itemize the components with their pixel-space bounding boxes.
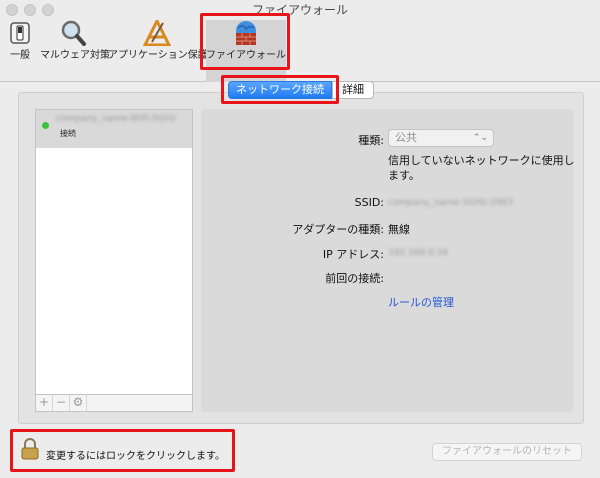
- connected-status-dot: [42, 122, 49, 129]
- magnifier-icon: [61, 20, 86, 46]
- ssid-value: company_name-5GHz-2983: [388, 198, 514, 208]
- preferences-window: ファイアウォール 一般 マルウェア対策 アプリケーション保護 ファイアウォール …: [0, 0, 600, 478]
- zoom-window-button[interactable]: [42, 4, 54, 16]
- adapter-type-label: アダプターの種類:: [292, 223, 384, 236]
- close-window-button[interactable]: [6, 4, 18, 16]
- minimize-window-button[interactable]: [24, 4, 36, 16]
- network-name: company_name-WiFi-5GHz: [56, 114, 177, 124]
- ip-address-label: IP アドレス:: [322, 248, 384, 261]
- manage-rules-link[interactable]: ルールの管理: [388, 294, 454, 310]
- firewall-highlight-box: [200, 13, 290, 70]
- kind-label: 種類:: [358, 134, 384, 147]
- toolbar-item-general[interactable]: 一般: [4, 20, 36, 82]
- network-kind-description: 信用していないネットワークに使用します。: [388, 154, 575, 182]
- gear-icon[interactable]: ⚙: [70, 395, 87, 411]
- network-list-item[interactable]: company_name-WiFi-5GHz 接続: [36, 110, 192, 148]
- remove-network-button[interactable]: −: [53, 395, 70, 411]
- window-title: ファイアウォール: [251, 3, 348, 17]
- switch-icon: [10, 22, 30, 44]
- ip-address-value: 192.168.0.34: [388, 248, 449, 258]
- toolbar-label-general: 一般: [10, 50, 30, 61]
- add-network-button[interactable]: +: [36, 395, 53, 411]
- toolbar-item-malware[interactable]: マルウェア対策: [40, 20, 110, 82]
- toolbar: 一般 マルウェア対策 アプリケーション保護 ファイアウォール: [0, 20, 600, 82]
- toolbar-item-app-protection[interactable]: アプリケーション保護: [108, 20, 208, 82]
- last-connection-label: 前回の接続:: [325, 272, 384, 285]
- reset-firewall-button[interactable]: ファイアウォールのリセット: [432, 443, 582, 461]
- toolbar-label-app-protection: アプリケーション保護: [108, 50, 208, 61]
- network-list-toolbar: + − ⚙: [35, 395, 193, 412]
- toolbar-label-malware: マルウェア対策: [40, 50, 110, 61]
- lock-highlight-box: [10, 429, 235, 472]
- network-kind-value: 公共: [395, 131, 417, 144]
- chevron-updown-icon: ⌃⌄: [472, 133, 488, 143]
- tab-highlight-box: [221, 75, 339, 104]
- network-status: 接続: [60, 129, 76, 138]
- ssid-label: SSID:: [354, 196, 384, 209]
- network-kind-select[interactable]: 公共 ⌃⌄: [388, 129, 494, 147]
- app-icon: [143, 20, 171, 46]
- adapter-type-value: 無線: [388, 223, 410, 236]
- network-list: company_name-WiFi-5GHz 接続: [35, 109, 193, 395]
